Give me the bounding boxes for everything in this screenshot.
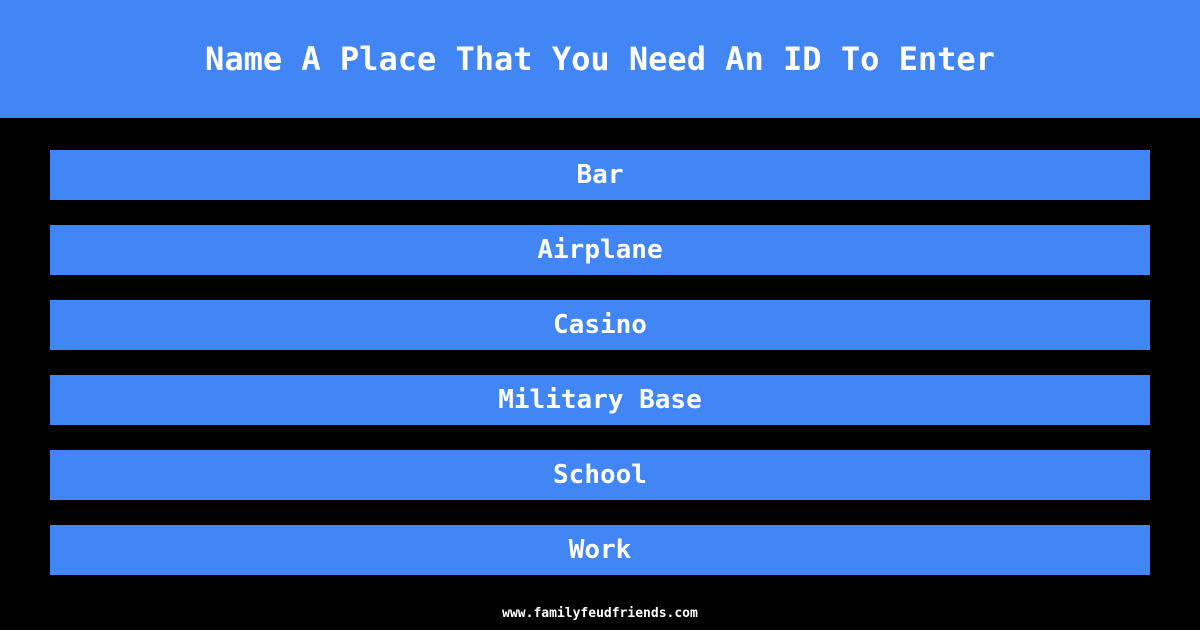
question-header-band: Name A Place That You Need An ID To Ente… xyxy=(0,0,1200,118)
page-title: Name A Place That You Need An ID To Ente… xyxy=(205,40,995,78)
answer-row-4[interactable]: Military Base xyxy=(50,375,1150,425)
answer-row-1[interactable]: Bar xyxy=(50,150,1150,200)
answers-list: Bar Airplane Casino Military Base School… xyxy=(50,150,1150,575)
answer-label: School xyxy=(553,460,647,490)
answer-label: Airplane xyxy=(537,235,663,265)
answer-row-5[interactable]: School xyxy=(50,450,1150,500)
question-card: Name A Place That You Need An ID To Ente… xyxy=(0,0,1200,630)
answer-row-6[interactable]: Work xyxy=(50,525,1150,575)
answer-label: Work xyxy=(568,535,632,565)
answer-label: Military Base xyxy=(498,385,702,415)
answer-label: Bar xyxy=(576,160,624,190)
site-url-label: www.familyfeudfriends.com xyxy=(502,605,698,621)
answer-label: Casino xyxy=(553,310,647,340)
answer-row-2[interactable]: Airplane xyxy=(50,225,1150,275)
answer-row-3[interactable]: Casino xyxy=(50,300,1150,350)
site-footer: www.familyfeudfriends.com xyxy=(0,596,1200,630)
